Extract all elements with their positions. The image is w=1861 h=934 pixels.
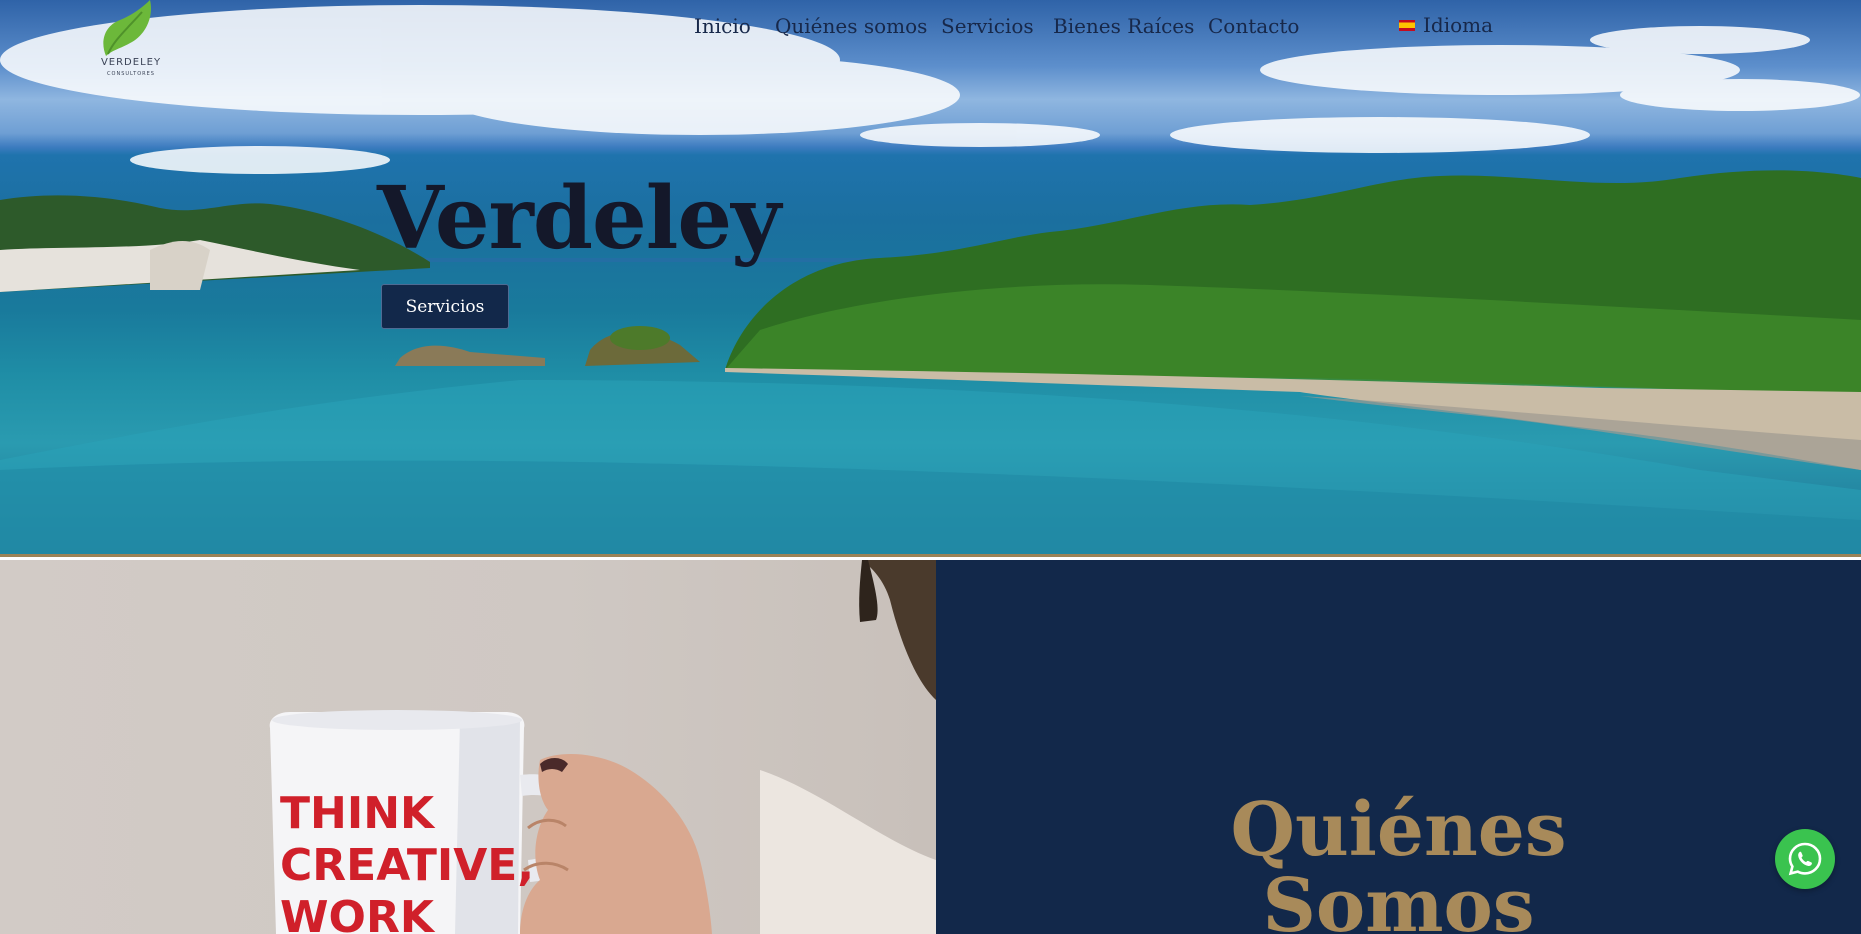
nav-contacto[interactable]: Contacto <box>1208 14 1299 38</box>
mug-photo-image: THINK CREATIVE, WORK <box>269 560 936 934</box>
hero-title: Verdeley <box>377 168 781 269</box>
mug-photo: THINK CREATIVE, WORK <box>0 560 936 934</box>
whatsapp-icon <box>1788 842 1822 876</box>
about-section: Quiénes Somos <box>936 560 1861 934</box>
mug-text-line1: THINK <box>280 788 436 839</box>
servicios-button[interactable]: Servicios <box>381 284 509 329</box>
logo-wordmark: VERDELEY <box>100 57 162 68</box>
mug-text-line2: CREATIVE, <box>280 840 534 891</box>
nav-inicio[interactable]: Inicio <box>694 14 751 38</box>
nav-quienes-somos[interactable]: Quiénes somos <box>775 14 927 38</box>
logo-tagline: CONSULTORES <box>107 71 155 77</box>
about-title-line1: Quiénes <box>1230 787 1567 873</box>
hero-section: VERDELEY CONSULTORES Inicio Quiénes somo… <box>0 0 1861 557</box>
language-label: Idioma <box>1423 13 1494 37</box>
language-selector[interactable]: Idioma <box>1399 13 1493 37</box>
whatsapp-button[interactable] <box>1775 829 1835 889</box>
main-nav: Inicio Quiénes somos Servicios Bienes Ra… <box>0 14 1861 44</box>
spain-flag-icon <box>1399 19 1415 31</box>
about-title-line2: Somos <box>1262 863 1535 934</box>
nav-bienes-raices[interactable]: Bienes Raíces <box>1053 14 1194 38</box>
nav-servicios[interactable]: Servicios <box>941 14 1034 38</box>
about-title: Quiénes Somos <box>936 792 1861 934</box>
mug-text-line3: WORK <box>280 892 436 934</box>
hero-background-image <box>0 5 1861 554</box>
